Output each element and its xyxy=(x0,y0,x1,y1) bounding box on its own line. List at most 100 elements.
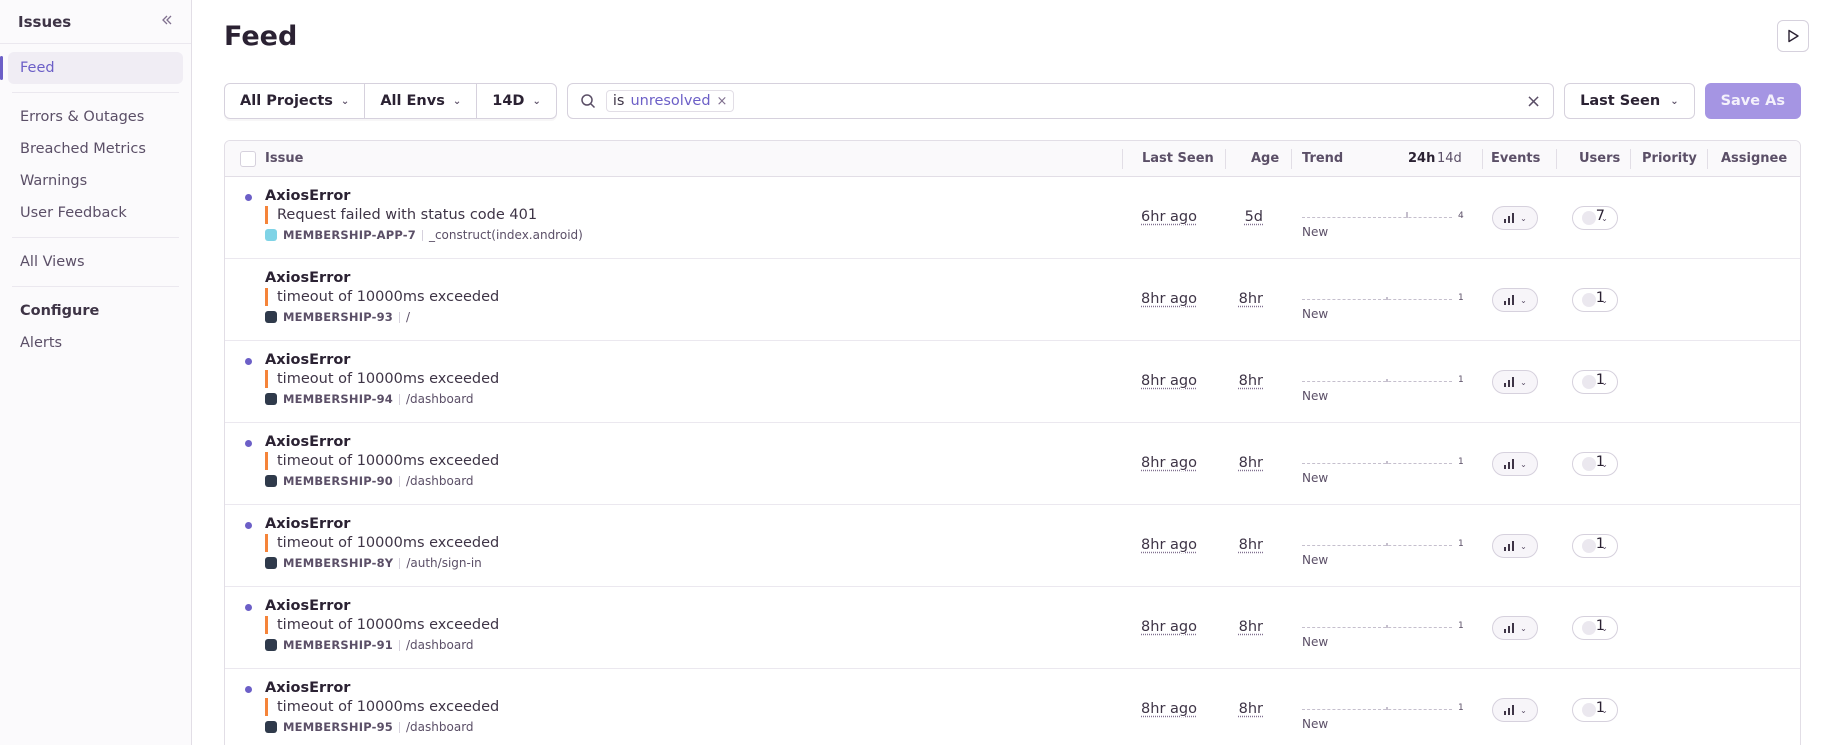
sparkline-baseline xyxy=(1302,381,1452,382)
assignee-dropdown[interactable]: ⌄ xyxy=(1572,452,1618,476)
trend-max-value: 4 xyxy=(1458,211,1464,221)
select-all-checkbox[interactable] xyxy=(240,150,256,167)
header-events[interactable]: Events xyxy=(1491,151,1540,166)
last-seen-value[interactable]: 8hr ago xyxy=(1141,291,1197,307)
priority-dropdown[interactable]: ⌄ xyxy=(1492,206,1538,230)
table-row[interactable]: AxiosError timeout of 10000ms exceeded MEM… xyxy=(225,587,1800,669)
unassigned-avatar xyxy=(1582,539,1597,553)
environment-filter-button[interactable]: All Envs ⌄ xyxy=(365,84,478,118)
issue-title[interactable]: AxiosError xyxy=(265,270,350,286)
date-filter-button[interactable]: 14D ⌄ xyxy=(477,84,556,118)
table-row[interactable]: AxiosError timeout of 10000ms exceeded MEM… xyxy=(225,669,1800,745)
sidebar-item-breached-metrics[interactable]: Breached Metrics xyxy=(8,133,183,165)
issue-short-id[interactable]: MEMBERSHIP-95 xyxy=(283,720,393,734)
sidebar-item-errors-outages[interactable]: Errors & Outages xyxy=(8,101,183,133)
last-seen-value[interactable]: 8hr ago xyxy=(1141,537,1197,553)
header-age[interactable]: Age xyxy=(1251,151,1279,166)
trend-max-value: 1 xyxy=(1458,621,1464,631)
issue-title[interactable]: AxiosError xyxy=(265,598,350,614)
header-priority[interactable]: Priority xyxy=(1642,151,1697,166)
priority-dropdown[interactable]: ⌄ xyxy=(1492,534,1538,558)
environment-filter-label: All Envs xyxy=(380,93,445,109)
age-value[interactable]: 8hr xyxy=(1239,373,1263,389)
priority-dropdown[interactable]: ⌄ xyxy=(1492,616,1538,640)
issue-short-id[interactable]: MEMBERSHIP-91 xyxy=(283,638,393,652)
sort-button[interactable]: Last Seen ⌄ xyxy=(1564,83,1695,119)
sidebar-item-alerts[interactable]: Alerts xyxy=(8,327,183,359)
assignee-dropdown[interactable]: ⌄ xyxy=(1572,616,1618,640)
priority-dropdown[interactable]: ⌄ xyxy=(1492,452,1538,476)
issue-title[interactable]: AxiosError xyxy=(265,352,350,368)
issue-culprit: /dashboard xyxy=(406,392,474,406)
last-seen-value[interactable]: 8hr ago xyxy=(1141,701,1197,717)
table-row[interactable]: AxiosError timeout of 10000ms exceeded MEM… xyxy=(225,341,1800,423)
age-value[interactable]: 8hr xyxy=(1239,701,1263,717)
age-value[interactable]: 8hr xyxy=(1239,291,1263,307)
last-seen-value[interactable]: 6hr ago xyxy=(1141,209,1197,225)
sidebar-item-warnings[interactable]: Warnings xyxy=(8,165,183,197)
issue-title[interactable]: AxiosError xyxy=(265,188,350,204)
issue-title[interactable]: AxiosError xyxy=(265,516,350,532)
sidebar-item-all-views[interactable]: All Views xyxy=(8,246,183,278)
issue-short-id[interactable]: MEMBERSHIP-93 xyxy=(283,310,393,324)
issue-title[interactable]: AxiosError xyxy=(265,434,350,450)
issue-short-id[interactable]: MEMBERSHIP-APP-7 xyxy=(283,228,416,242)
table-row[interactable]: AxiosError timeout of 10000ms exceeded MEM… xyxy=(225,259,1800,341)
priority-dropdown[interactable]: ⌄ xyxy=(1492,370,1538,394)
assignee-dropdown[interactable]: ⌄ xyxy=(1572,534,1618,558)
issue-short-id[interactable]: MEMBERSHIP-94 xyxy=(283,392,393,406)
project-filter-button[interactable]: All Projects ⌄ xyxy=(225,84,366,118)
last-seen-value[interactable]: 8hr ago xyxy=(1141,373,1197,389)
unassigned-avatar xyxy=(1582,621,1597,635)
issue-short-id[interactable]: MEMBERSHIP-8Y xyxy=(283,556,393,570)
trend-max-value: 1 xyxy=(1458,457,1464,467)
issue-short-id[interactable]: MEMBERSHIP-90 xyxy=(283,474,393,488)
sparkline-baseline xyxy=(1302,545,1452,546)
chevron-down-icon: ⌄ xyxy=(1601,377,1608,387)
sidebar-item-feed[interactable]: Feed xyxy=(0,52,183,84)
remove-token-icon[interactable]: × xyxy=(717,94,728,109)
assignee-dropdown[interactable]: ⌄ xyxy=(1572,370,1618,394)
unassigned-avatar xyxy=(1582,211,1597,225)
clear-search-icon[interactable]: × xyxy=(1526,91,1541,112)
search-icon xyxy=(581,94,595,109)
assignee-dropdown[interactable]: ⌄ xyxy=(1572,288,1618,312)
assignee-dropdown[interactable]: ⌄ xyxy=(1572,698,1618,722)
unassigned-avatar xyxy=(1582,457,1597,471)
priority-dropdown[interactable]: ⌄ xyxy=(1492,698,1538,722)
priority-dropdown[interactable]: ⌄ xyxy=(1492,288,1538,312)
trend-14d-toggle[interactable]: 14d xyxy=(1437,151,1462,166)
divider xyxy=(1225,149,1226,169)
last-seen-value[interactable]: 8hr ago xyxy=(1141,455,1197,471)
age-value[interactable]: 8hr xyxy=(1239,619,1263,635)
last-seen-value[interactable]: 8hr ago xyxy=(1141,619,1197,635)
sparkline-baseline xyxy=(1302,627,1452,628)
age-value[interactable]: 8hr xyxy=(1239,537,1263,553)
issue-culprit: /dashboard xyxy=(406,638,474,652)
table-row[interactable]: AxiosError timeout of 10000ms exceeded MEM… xyxy=(225,505,1800,587)
collapse-sidebar-icon[interactable] xyxy=(159,14,175,30)
issue-message: timeout of 10000ms exceeded xyxy=(265,616,499,634)
age-value[interactable]: 8hr xyxy=(1239,455,1263,471)
issue-title[interactable]: AxiosError xyxy=(265,680,350,696)
token-value[interactable]: unresolved xyxy=(630,93,710,109)
issue-meta: MEMBERSHIP-95/dashboard xyxy=(265,720,474,734)
save-as-button[interactable]: Save As xyxy=(1704,83,1801,119)
header-users[interactable]: Users xyxy=(1579,151,1620,166)
play-button[interactable] xyxy=(1777,20,1809,52)
age-value[interactable]: 5d xyxy=(1245,209,1263,225)
divider xyxy=(1122,149,1123,169)
header-last-seen[interactable]: Last Seen xyxy=(1142,151,1214,166)
divider xyxy=(421,229,423,241)
search-input[interactable] xyxy=(744,86,1517,116)
table-row[interactable]: AxiosError Request failed with status cod… xyxy=(225,177,1800,259)
chevron-down-icon: ⌄ xyxy=(1520,295,1527,305)
issue-meta: MEMBERSHIP-93 / xyxy=(265,310,410,324)
search-bar[interactable]: is unresolved × × xyxy=(566,83,1555,119)
trend-24h-toggle[interactable]: 24h xyxy=(1408,151,1435,166)
assignee-dropdown[interactable]: ⌄ xyxy=(1572,206,1618,230)
table-row[interactable]: AxiosError timeout of 10000ms exceeded MEM… xyxy=(225,423,1800,505)
sidebar-item-user-feedback[interactable]: User Feedback xyxy=(8,197,183,229)
search-token[interactable]: is unresolved × xyxy=(605,90,735,112)
chevron-down-icon: ⌄ xyxy=(1601,295,1608,305)
